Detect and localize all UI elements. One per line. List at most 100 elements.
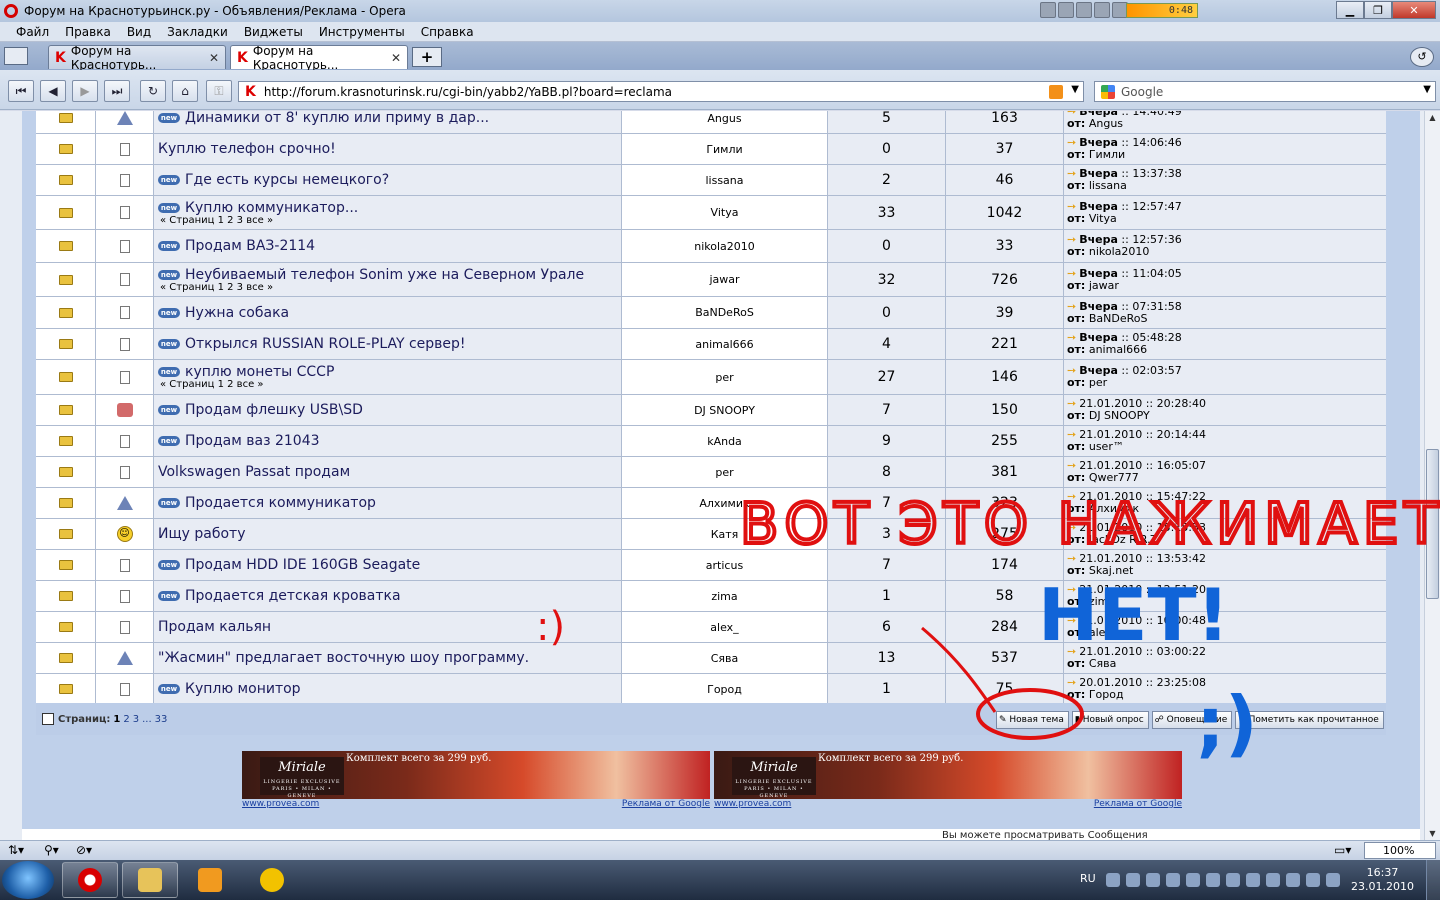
last-post-user[interactable]: Сява <box>1089 657 1117 670</box>
ad-site-link[interactable]: www.provea.com <box>714 799 791 809</box>
tray-icon[interactable] <box>1206 873 1220 887</box>
topic-author[interactable]: Гимли <box>622 134 828 164</box>
topic-author[interactable]: per <box>622 457 828 487</box>
ad-site-link[interactable]: www.provea.com <box>242 799 319 809</box>
tray-icon[interactable] <box>1306 873 1320 887</box>
trash-icon[interactable]: ↺ <box>1410 47 1434 67</box>
topic-title-link[interactable]: Продается коммуникатор <box>185 495 376 511</box>
volume-icon[interactable] <box>1326 873 1340 887</box>
scroll-up-icon[interactable]: ▲ <box>1426 111 1439 124</box>
last-post-user[interactable]: Гимли <box>1089 148 1125 161</box>
pager-link[interactable]: 3 <box>133 714 139 725</box>
ad-google-link[interactable]: Реклама от Google <box>1094 799 1182 809</box>
menu-bookmarks[interactable]: Закладки <box>159 25 236 39</box>
language-indicator[interactable]: RU <box>1080 872 1096 885</box>
last-post-user[interactable]: JackOz R.R.T. <box>1089 533 1160 546</box>
last-post-user[interactable]: DJ SNOOPY <box>1089 409 1150 422</box>
topic-title-link[interactable]: Продам флешку USB\SD <box>185 402 363 418</box>
topic-title-link[interactable]: Где есть курсы немецкого? <box>185 172 389 188</box>
topic-author[interactable]: BaNDeRoS <box>622 297 828 328</box>
media-stop-icon[interactable] <box>1094 2 1110 18</box>
last-post-user[interactable]: Skaj.net <box>1089 564 1134 577</box>
last-post-user[interactable]: nikola2010 <box>1089 245 1150 258</box>
ad-banner-2[interactable]: Miriale LINGERIE EXCLUSIVE PARIS • MILAN •… <box>714 751 1182 799</box>
topic-title-link[interactable]: Нужна собака <box>185 305 289 321</box>
search-field[interactable]: Google ▼ <box>1094 81 1436 102</box>
scroll-thumb[interactable] <box>1426 449 1439 599</box>
topic-pages[interactable]: « Страниц 1 2 3 все » <box>160 282 273 293</box>
topic-title-link[interactable]: Продам HDD IDE 160GB Seagate <box>185 557 420 573</box>
pager-link[interactable]: 33 <box>155 714 168 725</box>
menu-view[interactable]: Вид <box>119 25 159 39</box>
topic-author[interactable]: Сява <box>622 643 828 673</box>
media-play-icon[interactable] <box>1058 2 1074 18</box>
topic-author[interactable]: per <box>622 360 828 394</box>
topic-title-link[interactable]: Продам кальян <box>158 619 271 635</box>
topic-title-link[interactable]: Куплю телефон срочно! <box>158 141 336 157</box>
show-desktop-button[interactable] <box>1426 860 1440 900</box>
topic-author[interactable]: articus <box>622 550 828 580</box>
tray-icon[interactable] <box>1106 873 1120 887</box>
topic-author[interactable]: alex_ <box>622 612 828 642</box>
fast-forward-icon[interactable]: ⏭ <box>104 80 130 102</box>
reload-icon[interactable]: ↻ <box>140 80 166 102</box>
topic-title-link[interactable]: куплю монеты СССР <box>185 364 334 380</box>
topic-title-link[interactable]: Продам ваз 21043 <box>185 433 320 449</box>
tray-icon[interactable] <box>1286 873 1300 887</box>
back-icon[interactable]: ◀ <box>40 80 66 102</box>
pager-link[interactable]: 2 <box>123 714 129 725</box>
tray-icon[interactable] <box>1226 873 1240 887</box>
menu-edit[interactable]: Правка <box>57 25 119 39</box>
chevron-down-icon[interactable]: ▼ <box>1423 84 1431 95</box>
topic-author[interactable]: jawar <box>622 263 828 296</box>
clock[interactable]: 16:37 23.01.2010 <box>1351 866 1414 894</box>
topic-author[interactable]: animal666 <box>622 329 828 359</box>
last-post-user[interactable]: animal666 <box>1089 343 1147 356</box>
topic-title-link[interactable]: Неубиваемый телефон Sonim уже на Северно… <box>185 267 584 283</box>
menu-widgets[interactable]: Виджеты <box>236 25 311 39</box>
topic-author[interactable]: Город <box>622 674 828 704</box>
topic-author[interactable]: lissana <box>622 165 828 195</box>
tab-2[interactable]: K Форум на Краснотурь... ✕ <box>230 44 408 72</box>
topic-author[interactable]: Vitya <box>622 196 828 229</box>
sync-icon[interactable]: ⇅▾ <box>8 843 24 857</box>
ad-banner-1[interactable]: Miriale LINGERIE EXCLUSIVE PARIS • MILAN •… <box>242 751 710 799</box>
block-icon[interactable]: ⊘▾ <box>76 843 92 857</box>
view-icon[interactable]: ▭▾ <box>1334 843 1351 857</box>
panel-toggle-button[interactable] <box>4 47 28 65</box>
zoom-control[interactable]: 100% <box>1364 842 1436 859</box>
forward-icon[interactable]: ▶ <box>72 80 98 102</box>
tab-1[interactable]: K Форум на Краснотурь... ✕ <box>48 44 226 72</box>
chevron-down-icon[interactable]: ▼ <box>1071 84 1079 95</box>
start-button[interactable] <box>2 861 54 899</box>
share-icon[interactable]: ⚲▾ <box>44 843 59 857</box>
new-topic-button[interactable]: ✎ Новая тема <box>996 711 1069 729</box>
topic-pages[interactable]: « Страниц 1 2 все » <box>160 380 264 390</box>
topic-title-link[interactable]: Продам ВАЗ-2114 <box>185 238 315 254</box>
new-poll-button[interactable]: ▮ Новый опрос <box>1071 711 1149 729</box>
mark-read-button[interactable]: ✓ Пометить как прочитанное <box>1235 711 1384 729</box>
taskbar-explorer[interactable] <box>122 862 178 898</box>
taskbar-opera[interactable] <box>62 862 118 898</box>
topic-title-link[interactable]: Открылся RUSSIAN ROLE-PLAY сервер! <box>185 336 466 352</box>
last-post-user[interactable]: jawar <box>1089 279 1119 292</box>
topic-title-link[interactable]: Куплю коммуникатор... <box>185 200 358 216</box>
ad-google-link[interactable]: Реклама от Google <box>622 799 710 809</box>
tab-close-icon[interactable]: ✕ <box>391 51 401 65</box>
topic-author[interactable]: zima <box>622 581 828 611</box>
last-post-user[interactable]: Qwer777 <box>1089 471 1139 484</box>
address-field[interactable]: K http://forum.krasnoturinsk.ru/cgi-bin/… <box>238 81 1084 102</box>
topic-author[interactable]: Angus <box>622 111 828 133</box>
topic-title-link[interactable]: Куплю монитор <box>185 681 301 697</box>
tray-icon[interactable] <box>1166 873 1180 887</box>
home-icon[interactable]: ⌂ <box>172 80 198 102</box>
topic-title-link[interactable]: Продается детская кроватка <box>185 588 401 604</box>
rss-icon[interactable] <box>1049 85 1063 99</box>
topic-author[interactable]: Катя <box>622 519 828 549</box>
tray-icon[interactable] <box>1246 873 1260 887</box>
minimize-button[interactable]: ▁ <box>1336 1 1364 19</box>
maximize-button[interactable]: ❐ <box>1364 1 1392 19</box>
notify-button[interactable]: ☍ Оповещение <box>1151 711 1233 729</box>
media-prev-icon[interactable] <box>1040 2 1056 18</box>
topic-title-link[interactable]: Динамики от 8' куплю или приму в дар... <box>185 111 489 126</box>
